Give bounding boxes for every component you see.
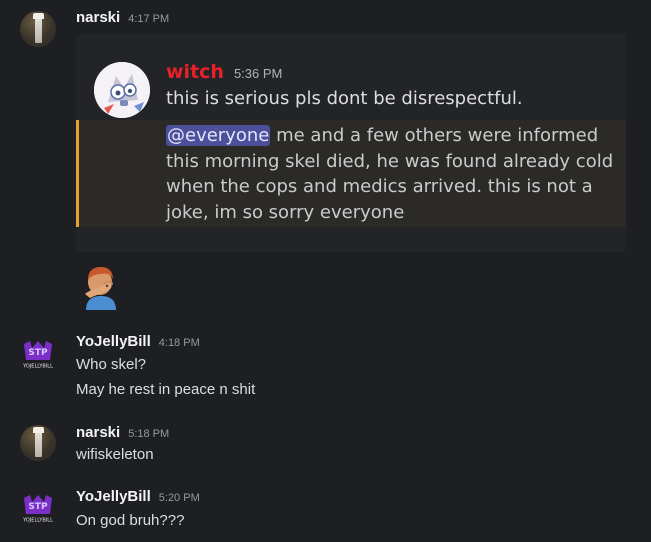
embed-avatar (94, 62, 150, 118)
user-avatar[interactable]: STP YOJELLYBILL (20, 338, 56, 374)
username[interactable]: narski (76, 424, 120, 441)
message-header: YoJellyBill 5:20 PM (76, 488, 200, 505)
avatar-image: STP YOJELLYBILL (22, 341, 53, 370)
timestamp[interactable]: 4:17 PM (128, 13, 169, 25)
message-group: narski 4:17 PM witch 5:36 PM this is ser… (0, 0, 651, 320)
message-text: On god bruh??? (76, 512, 185, 529)
message-group: STP YOJELLYBILL YoJellyBill 4:18 PM Who … (0, 330, 651, 410)
mention-everyone: @everyone (166, 125, 271, 146)
user-avatar[interactable]: STP YOJELLYBILL (20, 492, 56, 528)
timestamp[interactable]: 5:20 PM (159, 492, 200, 504)
avatar-image (33, 13, 44, 43)
message-group: narski 5:18 PM wifiskeleton (0, 420, 651, 470)
facepalm-emoji-image (85, 267, 116, 310)
svg-text:YOJELLYBILL: YOJELLYBILL (22, 518, 53, 524)
message-text: May he rest in peace n shit (76, 381, 256, 398)
embed-avatar-image (94, 62, 150, 118)
message-group: STP YOJELLYBILL YoJellyBill 5:20 PM On g… (0, 484, 651, 542)
message-header: narski 5:18 PM (76, 424, 169, 441)
user-avatar[interactable] (20, 425, 56, 461)
username[interactable]: narski (76, 9, 120, 26)
attached-screenshot[interactable]: witch 5:36 PM this is serious pls dont b… (76, 34, 626, 252)
message-header: YoJellyBill 4:18 PM (76, 333, 200, 350)
svg-text:YOJELLYBILL: YOJELLYBILL (22, 364, 53, 370)
facepalm-emoji[interactable] (80, 264, 122, 310)
username[interactable]: YoJellyBill (76, 488, 151, 505)
chat-message-list: narski 4:17 PM witch 5:36 PM this is ser… (0, 0, 651, 542)
embed-username: witch (166, 61, 224, 83)
embed-message-text: this is serious pls dont be disrespectfu… (166, 88, 523, 109)
avatar-image (33, 427, 44, 457)
embed-header: witch 5:36 PM (166, 61, 282, 83)
quote-text: @everyone me and a few others were infor… (166, 123, 616, 225)
embed-timestamp: 5:36 PM (233, 66, 283, 81)
svg-text:STP: STP (28, 502, 48, 512)
timestamp[interactable]: 4:18 PM (159, 337, 200, 349)
message-text: wifiskeleton (76, 446, 154, 463)
svg-text:STP: STP (28, 348, 48, 358)
timestamp[interactable]: 5:18 PM (128, 428, 169, 440)
avatar-image: STP YOJELLYBILL (22, 495, 53, 524)
embed-quoted-announcement: @everyone me and a few others were infor… (76, 120, 626, 227)
message-text: Who skel? (76, 356, 147, 373)
user-avatar[interactable] (20, 11, 56, 47)
message-header: narski 4:17 PM (76, 9, 169, 26)
username[interactable]: YoJellyBill (76, 333, 151, 350)
